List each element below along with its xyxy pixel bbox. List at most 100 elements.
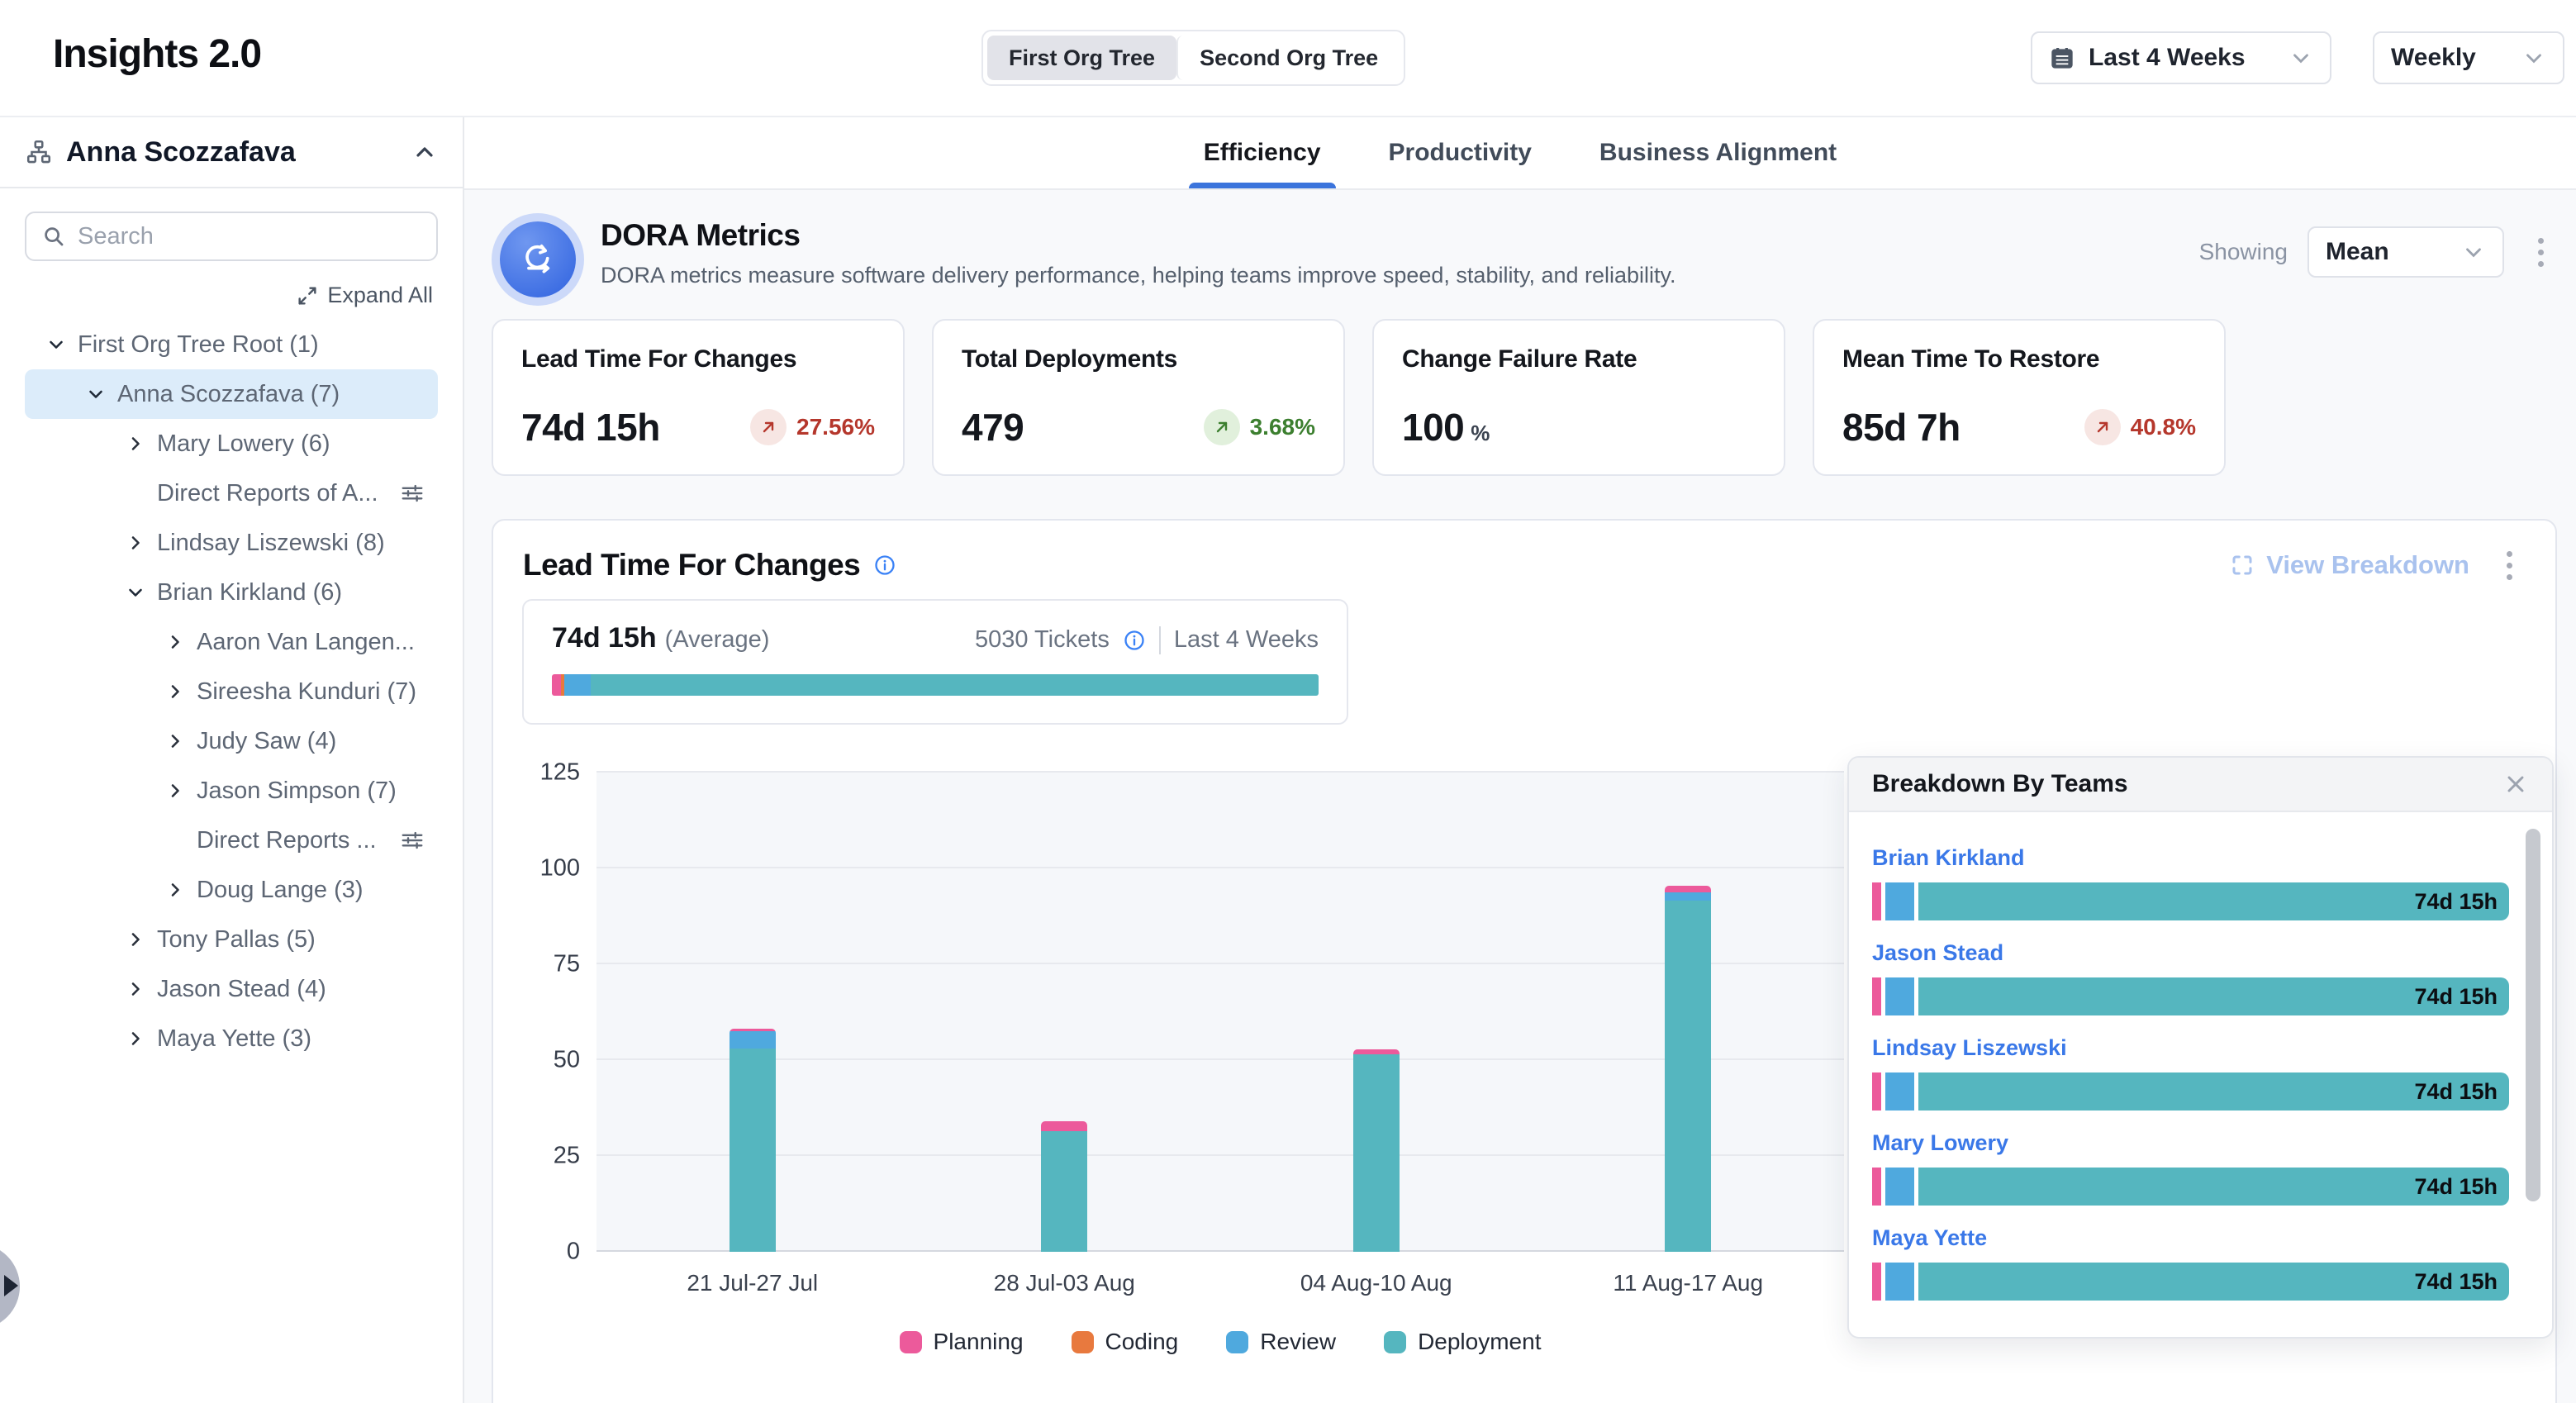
- trend-arrow-icon: [1204, 409, 1240, 445]
- breakdown-row-brian-kirkland: Brian Kirkland 74d 15h: [1872, 845, 2509, 920]
- tree-item-sireesha-kunduri-7[interactable]: Sireesha Kunduri (7): [25, 667, 438, 716]
- legend-item-coding: Coding: [1072, 1329, 1179, 1355]
- average-value: 74d 15h: [552, 622, 657, 654]
- tree-item-jason-simpson-7[interactable]: Jason Simpson (7): [25, 766, 438, 816]
- tree-item-anna-scozzafava-7[interactable]: Anna Scozzafava (7): [25, 369, 438, 419]
- breakdown-team-link[interactable]: Jason Stead: [1872, 940, 2509, 966]
- chevron-down-icon[interactable]: [86, 384, 106, 404]
- filter-sliders-icon[interactable]: [400, 828, 425, 853]
- trend-value: 40.8%: [2131, 414, 2196, 440]
- legend-label: Coding: [1105, 1329, 1179, 1355]
- tree-item-direct-reports[interactable]: Direct Reports ...: [25, 816, 438, 865]
- org-toggle-first-org-tree[interactable]: First Org Tree: [987, 36, 1176, 80]
- stacked-bar-11-aug-17-aug[interactable]: [1665, 886, 1711, 1252]
- metric-card-bottom: 85d 7h 40.8%: [1842, 405, 2196, 449]
- lead-time-kebab-menu[interactable]: [2493, 542, 2526, 588]
- metric-card-value: 85d 7h: [1842, 405, 1961, 449]
- breakdown-segment-deployment: 74d 15h: [1918, 882, 2509, 920]
- header-controls: Last 4 Weeks Weekly: [2031, 31, 2564, 84]
- chevron-right-icon[interactable]: [165, 880, 185, 900]
- close-icon[interactable]: [2502, 771, 2529, 797]
- stacked-bar-04-aug-10-aug[interactable]: [1353, 1049, 1400, 1252]
- chevron-right-icon[interactable]: [165, 632, 185, 652]
- summary-segment-deployment: [591, 674, 1319, 696]
- chevron-down-icon[interactable]: [46, 335, 66, 354]
- tree-item-label: Lindsay Liszewski (8): [157, 530, 385, 557]
- tree-item-first-org-tree-root-1[interactable]: First Org Tree Root (1): [25, 320, 438, 369]
- bar-segment-deployment: [1041, 1131, 1087, 1252]
- scrollbar-thumb[interactable]: [2526, 829, 2540, 1201]
- chevron-right-icon[interactable]: [126, 979, 145, 999]
- breakdown-segment-review: [1885, 882, 1914, 920]
- info-icon[interactable]: [873, 554, 896, 577]
- tab-business-alignment[interactable]: Business Alignment: [1593, 117, 1843, 188]
- expand-all-label: Expand All: [327, 283, 433, 308]
- tree-item-brian-kirkland-6[interactable]: Brian Kirkland (6): [25, 568, 438, 617]
- breakdown-header: Breakdown By Teams: [1849, 758, 2552, 812]
- breakdown-team-link[interactable]: Brian Kirkland: [1872, 845, 2509, 871]
- tree-item-label: Jason Stead (4): [157, 976, 326, 1003]
- filter-sliders-icon[interactable]: [400, 481, 425, 506]
- breakdown-segment-planning: [1872, 1072, 1881, 1111]
- tree-item-tony-pallas-5[interactable]: Tony Pallas (5): [25, 915, 438, 964]
- sidebar: Anna Scozzafava: [0, 117, 464, 1403]
- chevron-right-icon[interactable]: [126, 1029, 145, 1049]
- chevron-right-icon[interactable]: [126, 434, 145, 454]
- chart-slot-04-aug-10-aug: [1220, 773, 1533, 1252]
- breakdown-team-link[interactable]: Mary Lowery: [1872, 1130, 2509, 1156]
- tree-item-direct-reports-of-a[interactable]: Direct Reports of A...: [25, 468, 438, 518]
- x-tick-label: 11 Aug-17 Aug: [1533, 1270, 1845, 1296]
- breakdown-team-link[interactable]: Lindsay Liszewski: [1872, 1035, 2509, 1061]
- stacked-bar-28-jul-03-aug[interactable]: [1041, 1121, 1087, 1252]
- legend-item-review: Review: [1226, 1329, 1336, 1355]
- mean-select[interactable]: Mean: [2307, 226, 2504, 278]
- bar-segment-review: [730, 1031, 776, 1049]
- stacked-bar-21-jul-27-jul[interactable]: [730, 1029, 776, 1252]
- breakdown-panel: Breakdown By Teams Brian Kirkland 74d 15h…: [1847, 756, 2554, 1339]
- average-summary-card: 74d 15h (Average) 5030 Tickets Last 4 We…: [522, 599, 1348, 725]
- chevron-right-icon[interactable]: [165, 682, 185, 702]
- tab-efficiency[interactable]: Efficiency: [1197, 117, 1328, 188]
- metric-card-title: Total Deployments: [962, 345, 1315, 373]
- tab-productivity[interactable]: Productivity: [1382, 117, 1538, 188]
- main-shell: Anna Scozzafava: [0, 117, 2576, 1403]
- sidebar-collapse-handle[interactable]: [0, 1244, 21, 1329]
- org-toggle-second-org-tree[interactable]: Second Org Tree: [1176, 36, 1400, 80]
- breakdown-segment-planning: [1872, 977, 1881, 1015]
- tree-item-lindsay-liszewski-8[interactable]: Lindsay Liszewski (8): [25, 518, 438, 568]
- chevron-down-icon[interactable]: [126, 583, 145, 602]
- view-breakdown-label: View Breakdown: [2266, 550, 2469, 580]
- breakdown-row-mary-lowery: Mary Lowery74d 15h: [1872, 1130, 2509, 1206]
- dora-kebab-menu[interactable]: [2524, 229, 2557, 275]
- tree-item-label: Mary Lowery (6): [157, 430, 330, 458]
- breakdown-team-link[interactable]: Maya Yette: [1872, 1225, 2509, 1251]
- tree-item-doug-lange-3[interactable]: Doug Lange (3): [25, 865, 438, 915]
- legend-swatch: [1384, 1331, 1406, 1353]
- tree-item-mary-lowery-6[interactable]: Mary Lowery (6): [25, 419, 438, 468]
- chevron-right-icon[interactable]: [126, 533, 145, 553]
- y-tick-label: 25: [493, 1143, 580, 1170]
- breakdown-row-lindsay-liszewski: Lindsay Liszewski74d 15h: [1872, 1035, 2509, 1111]
- expand-all-button[interactable]: Expand All: [25, 283, 433, 308]
- tree-item-aaron-van-langen[interactable]: Aaron Van Langen...: [25, 617, 438, 667]
- dora-controls: Showing Mean: [2199, 213, 2557, 278]
- chevron-right-icon[interactable]: [165, 781, 185, 801]
- chevron-up-icon[interactable]: [411, 139, 438, 165]
- sidebar-user-name: Anna Scozzafava: [66, 136, 296, 169]
- tree-item-maya-yette-3[interactable]: Maya Yette (3): [25, 1014, 438, 1063]
- tree-item-judy-saw-4[interactable]: Judy Saw (4): [25, 716, 438, 766]
- metric-card-title: Lead Time For Changes: [521, 345, 875, 373]
- granularity-value: Weekly: [2391, 44, 2476, 72]
- view-breakdown-button[interactable]: View Breakdown: [2230, 550, 2469, 580]
- search-input[interactable]: [78, 223, 421, 250]
- chevron-right-icon[interactable]: [165, 731, 185, 751]
- info-icon[interactable]: [1123, 629, 1146, 652]
- tree-item-jason-stead-4[interactable]: Jason Stead (4): [25, 964, 438, 1014]
- granularity-select[interactable]: Weekly: [2373, 31, 2564, 84]
- date-range-select[interactable]: Last 4 Weeks: [2031, 31, 2331, 84]
- tree-item-label: Jason Simpson (7): [197, 778, 397, 805]
- org-tree-toggle: First Org TreeSecond Org Tree: [981, 30, 1405, 86]
- breakdown-value: 74d 15h: [2414, 1269, 2498, 1295]
- legend-label: Deployment: [1418, 1329, 1541, 1355]
- chevron-right-icon[interactable]: [126, 930, 145, 949]
